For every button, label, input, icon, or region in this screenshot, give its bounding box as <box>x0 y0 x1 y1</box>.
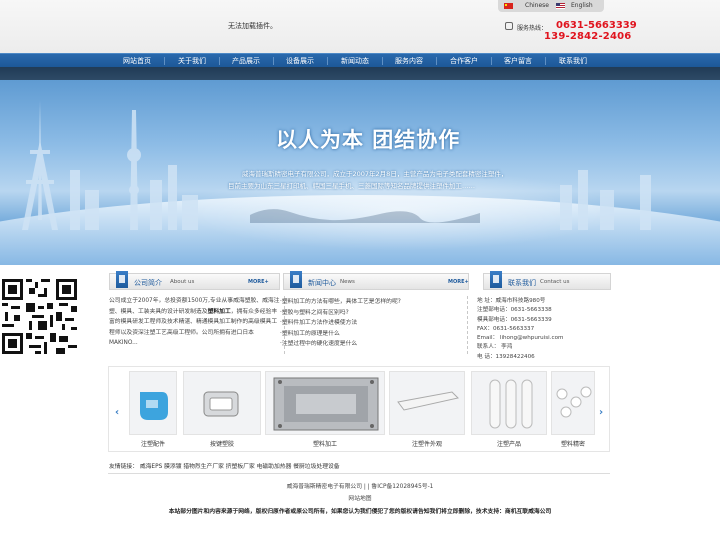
about-text: 公司成立于2007年，总投资额1500万,专业从事威海塑胶、威海注塑、模具、工装… <box>109 296 281 349</box>
carousel-next-button[interactable]: › <box>599 407 603 418</box>
news-item[interactable]: ·塑料加工的原理是什么 <box>280 328 465 339</box>
nav-item-messages[interactable]: 客户留言 <box>504 56 532 66</box>
banner-intro-line-2: 目前主要为山东三星打印机、韩国三星手机、三菱国际等知名品牌提供注塑件加工…… <box>228 182 475 190</box>
contact-email[interactable]: Email： lihong@whpuruisi.com <box>477 333 563 342</box>
footer-sitemap-link[interactable]: 网站地图 <box>0 493 720 502</box>
contact-mobile: 电 话：13928422406 <box>477 353 535 360</box>
contact-info: 地 址：威海市科技路980号 注塑部电话：0631-5663338 模具部电话：… <box>477 296 563 361</box>
about-section-header: 公司简介 About us MORE+ <box>109 271 280 290</box>
hotline-number-1: 0631-5663339 <box>556 20 637 31</box>
contact-section-header: 联系我们 Contact us <box>483 271 611 290</box>
nav-divider <box>436 57 437 65</box>
news-item[interactable]: ·塑料件加工方法作进模使方法 <box>280 317 465 328</box>
about-text-bold: 塑料加工 <box>207 308 231 315</box>
contact-molding-phone: 注塑部电话：0631-5663338 <box>477 307 552 314</box>
product-item[interactable]: 注塑产品 <box>471 371 547 449</box>
product-item[interactable]: 注塑件外观 <box>389 371 465 449</box>
china-flag-icon[interactable] <box>504 3 513 9</box>
contact-title: 联系我们 <box>508 279 536 287</box>
qr-code <box>2 279 77 354</box>
news-list: ·塑料加工的方法有哪些，具体工艺是怎样的呢? ·塑胶与塑料之间有区别吗? ·塑料… <box>280 296 465 349</box>
nav-divider <box>327 57 328 65</box>
hero-banner: 以人为本 团结协作 威海普瑞斯精密电子有限公司，成立于2007年2月8日，主营产… <box>0 80 720 265</box>
hotline-label: 服务热线： <box>517 25 548 32</box>
nav-divider <box>545 57 546 65</box>
nav-item-about[interactable]: 关于我们 <box>178 56 206 66</box>
product-label: 注塑件外观 <box>411 441 442 448</box>
nav-divider <box>164 57 165 65</box>
about-icon <box>116 271 128 288</box>
column-divider <box>467 296 468 354</box>
nav-item-news[interactable]: 新闻动态 <box>341 56 369 66</box>
banner-intro-line-1: 威海普瑞斯精密电子有限公司，成立于2007年2月8日，主营产品为电子类配套精密注… <box>242 170 508 178</box>
news-item[interactable]: ·注塑过程中的硬化速度是什么 <box>280 338 465 349</box>
news-subtitle: News <box>340 279 355 285</box>
contact-icon <box>490 271 502 288</box>
hotline-number-2: 139-2842-2406 <box>544 31 632 42</box>
contact-mold-phone: 模具部电话：0631-5663339 <box>477 316 552 323</box>
nav-divider <box>273 57 274 65</box>
product-item[interactable]: 注塑配件 <box>129 371 177 449</box>
contact-subtitle: Contact us <box>540 279 570 285</box>
plugin-message: 无法加载插件。 <box>228 22 277 30</box>
footer-copyright: 威海普瑞斯精密电子有限公司 | | 鲁ICP备12028945号-1 <box>286 484 434 490</box>
product-label: 注塑配件 <box>140 441 165 448</box>
product-label: 按键塑胶 <box>209 441 234 448</box>
nav-item-products[interactable]: 产品展示 <box>232 56 260 66</box>
footer-divider <box>108 473 610 474</box>
nav-item-partners[interactable]: 合作客户 <box>450 56 478 66</box>
nav-item-equipment[interactable]: 设备展示 <box>286 56 314 66</box>
nav-divider <box>382 57 383 65</box>
contact-address: 地 址：威海市科技路980号 <box>477 298 546 304</box>
lang-english-link[interactable]: English <box>571 2 593 9</box>
phone-icon <box>505 22 513 30</box>
contact-person: 联系人： 李鸿 <box>477 344 513 351</box>
nav-shadow-band <box>0 67 720 80</box>
product-image <box>265 371 385 435</box>
contact-fax: FAX：0631-5663337 <box>477 325 535 332</box>
us-flag-icon[interactable] <box>556 3 565 9</box>
main-nav: 网站首页 关于我们 产品展示 设备展示 新闻动态 服务内容 合作客户 客户留言 … <box>0 53 720 67</box>
product-carousel: ‹ › 注塑配件 按键塑胶 塑料加工 注塑件外观 注塑产品 塑料精密 <box>108 366 610 452</box>
product-image <box>551 371 595 435</box>
news-more-link[interactable]: MORE+ <box>448 279 469 285</box>
banner-slogan: 以人为本 团结协作 <box>276 128 461 152</box>
carousel-prev-button[interactable]: ‹ <box>115 407 119 418</box>
product-item[interactable]: 塑料精密 <box>551 371 595 449</box>
product-label: 注塑产品 <box>496 441 521 448</box>
product-image <box>389 371 465 435</box>
about-title: 公司简介 <box>134 279 162 287</box>
about-subtitle: About us <box>170 279 195 285</box>
nav-item-home[interactable]: 网站首页 <box>123 56 151 66</box>
news-title: 新闻中心 <box>308 279 336 287</box>
product-label: 塑料精密 <box>560 441 585 448</box>
nav-item-services[interactable]: 服务内容 <box>395 56 423 66</box>
product-label: 塑料加工 <box>312 441 337 448</box>
friend-links[interactable]: 友情链接： 威海EPS 膜添镀 猎物烈生产厂家 挤塑板厂家 电磁助加热器 餐厨垃… <box>109 461 340 470</box>
product-image <box>129 371 177 435</box>
product-item[interactable]: 按键塑胶 <box>183 371 261 449</box>
product-image <box>183 371 261 435</box>
news-icon <box>290 271 302 288</box>
news-section-header: 新闻中心 News MORE+ <box>283 271 469 290</box>
news-item[interactable]: ·塑胶与塑料之间有区别吗? <box>280 307 465 318</box>
nav-divider <box>219 57 220 65</box>
nav-divider <box>491 57 492 65</box>
nav-item-contact[interactable]: 联系我们 <box>559 56 587 66</box>
product-item[interactable]: 塑料加工 <box>265 371 385 449</box>
product-image <box>471 371 547 435</box>
news-item[interactable]: ·塑料加工的方法有哪些，具体工艺是怎样的呢? <box>280 296 465 307</box>
language-bar: Chinese English <box>498 0 604 12</box>
lang-chinese-link[interactable]: Chinese <box>525 2 549 9</box>
about-more-link[interactable]: MORE+ <box>248 279 269 285</box>
footer-disclaimer: 本站部分图片和内容来源于网络，版权归原作者或原公司所有，如果您认为我们侵犯了您的… <box>168 509 552 515</box>
